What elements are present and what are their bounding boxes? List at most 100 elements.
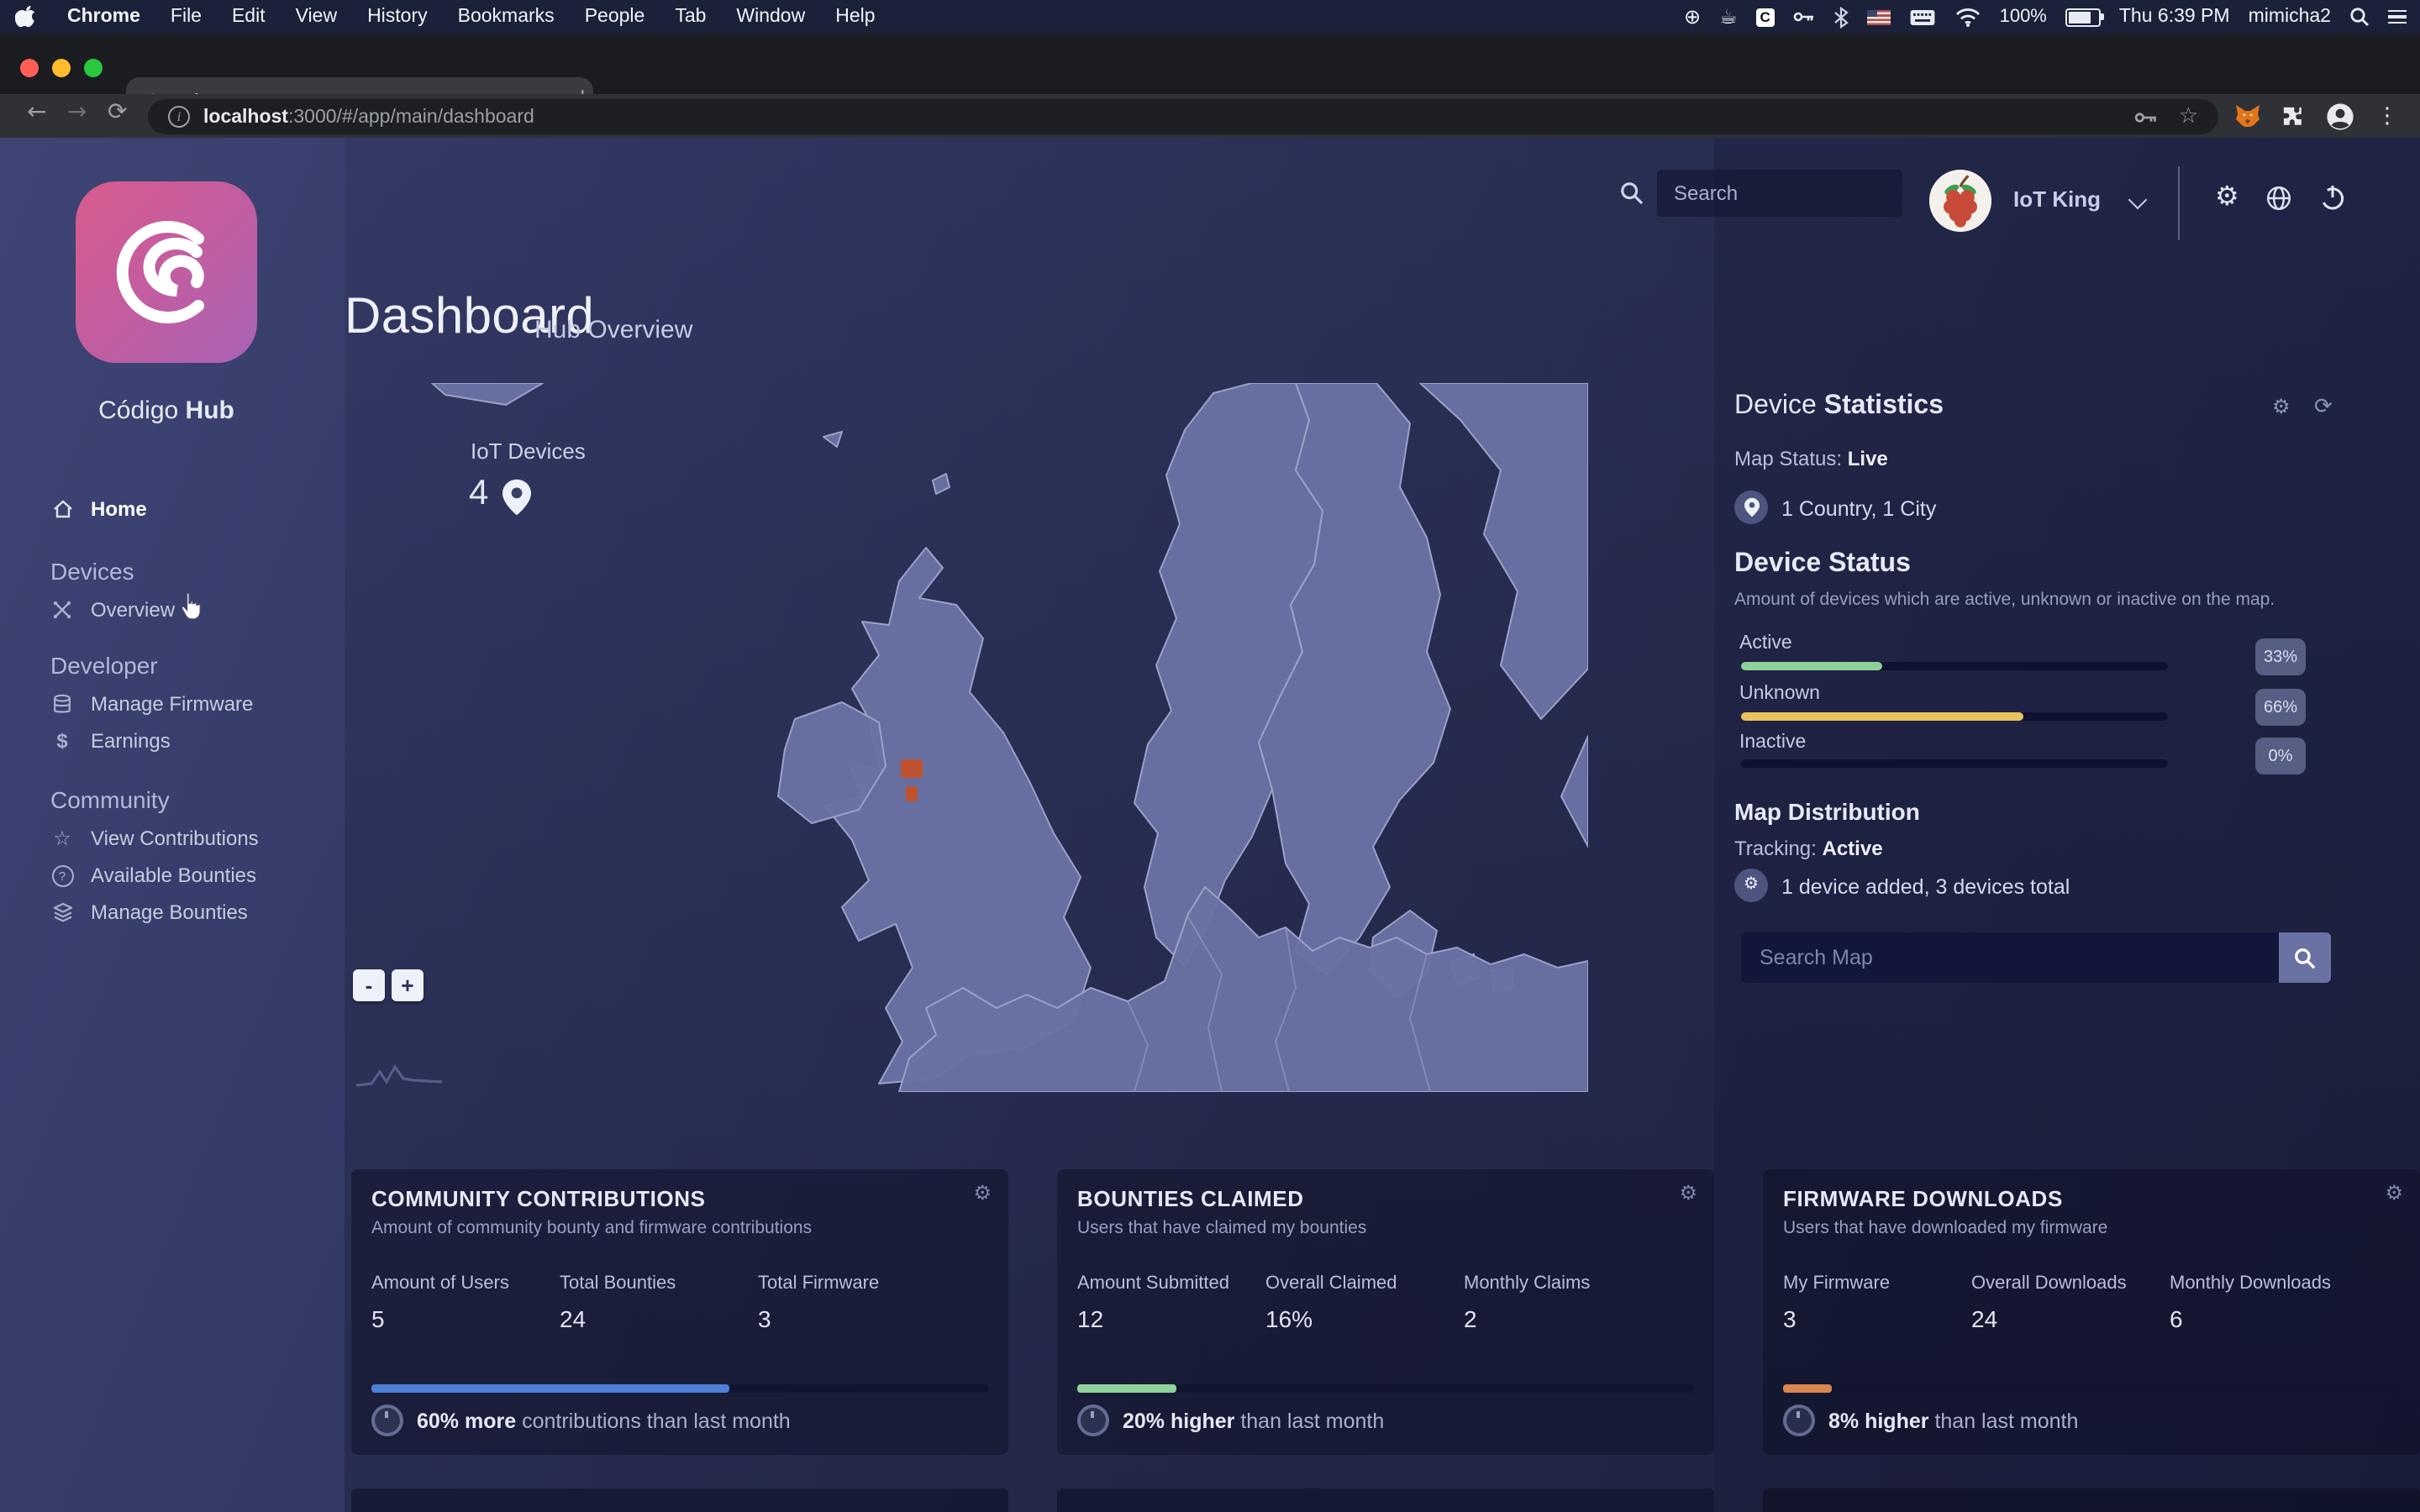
apple-icon[interactable] <box>15 4 37 29</box>
c-app-icon[interactable]: C <box>1755 8 1775 26</box>
card-title: FIRMWARE DOWNLOADS <box>1783 1186 2063 1211</box>
map-island-small <box>823 431 843 448</box>
password-key-icon[interactable] <box>2135 107 2159 127</box>
bar-track-active <box>1741 662 2168 670</box>
back-button[interactable]: ← <box>27 101 46 124</box>
bluetooth-icon[interactable] <box>1833 6 1849 28</box>
extensions-puzzle-icon[interactable] <box>2282 105 2304 127</box>
menu-help[interactable]: Help <box>835 7 875 27</box>
menu-chrome[interactable]: Chrome <box>67 7 140 27</box>
card-bounties-claimed: BOUNTIES CLAIMED ⚙ Users that have claim… <box>1057 1169 1714 1455</box>
card-gear-icon[interactable]: ⚙ <box>973 1183 992 1203</box>
star-icon: ☆ <box>53 827 71 850</box>
sidebar-item-manage-bounties[interactable]: Manage Bounties <box>50 900 248 924</box>
device-marker <box>901 759 923 778</box>
sidebar-item-home[interactable]: Home <box>50 497 147 521</box>
menu-tab[interactable]: Tab <box>675 7 706 27</box>
bookmark-star-icon[interactable]: ☆ <box>2179 106 2198 128</box>
map-baltic-edge <box>1560 735 1588 848</box>
card-stat: Monthly Claims 2 <box>1464 1273 1591 1332</box>
panel-settings-gear-icon[interactable]: ⚙ <box>2272 396 2291 417</box>
map-zoom-out-button[interactable]: - <box>353 969 385 1001</box>
close-window-button[interactable] <box>20 59 39 77</box>
search-input[interactable] <box>1657 170 1902 217</box>
site-info-icon[interactable]: i <box>168 106 190 128</box>
menu-edit[interactable]: Edit <box>232 7 266 27</box>
card-gear-icon[interactable]: ⚙ <box>2385 1183 2403 1203</box>
next-row-card-peek <box>1763 1488 2420 1512</box>
card-subtitle: Users that have claimed my bounties <box>1077 1218 1367 1238</box>
map-zoom-in-button[interactable]: + <box>392 969 424 1001</box>
globe-icon[interactable] <box>2265 185 2292 212</box>
card-progress-track <box>371 1384 988 1392</box>
sidebar-item-overview[interactable]: Overview <box>50 598 175 622</box>
wifi-icon[interactable] <box>1954 7 1981 27</box>
app-page: Código Hub Home Devices Overview Develop… <box>0 138 2420 1512</box>
flag-icon[interactable] <box>1866 9 1891 24</box>
menu-bookmarks[interactable]: Bookmarks <box>458 7 555 27</box>
url-text[interactable]: localhost:3000/#/app/main/dashboard <box>203 107 534 127</box>
notification-list-icon[interactable] <box>2388 9 2407 24</box>
hand-icon[interactable]: ☕ <box>1719 7 1738 27</box>
devices-icon <box>50 600 74 620</box>
browser-menu-dots-icon[interactable]: ⋮ <box>2376 105 2398 127</box>
bar-badge-unknown: 66% <box>2255 689 2306 726</box>
card-progress-track <box>1077 1384 1694 1392</box>
card-stat: Overall Downloads 24 <box>1971 1273 2127 1332</box>
keyboard-icon[interactable] <box>1909 8 1936 26</box>
menu-window[interactable]: Window <box>736 7 805 27</box>
card-footer: 8% higher than last month <box>1783 1404 2078 1436</box>
map-pin-icon <box>502 479 531 516</box>
address-bar[interactable]: i localhost:3000/#/app/main/dashboard ☆ <box>148 99 2218 134</box>
sidebar-item-view-contributions[interactable]: ☆ View Contributions <box>50 827 258 850</box>
codigo-hub-logo[interactable] <box>76 181 257 363</box>
map-tooltip-label: IoT Devices <box>471 438 586 464</box>
settings-gear-icon[interactable]: ⚙ <box>2215 182 2239 210</box>
card-footer: 20% higher than last month <box>1077 1404 1384 1436</box>
next-row-card-peek <box>1057 1488 1714 1512</box>
menu-clock[interactable]: Thu 6:39 PM <box>2119 7 2230 27</box>
spotlight-icon[interactable] <box>2349 7 2370 27</box>
screen-circle-icon[interactable]: ⊕ <box>1684 7 1701 27</box>
zoom-window-button[interactable] <box>84 59 103 77</box>
menu-file[interactable]: File <box>171 7 202 27</box>
next-row-card-peek <box>351 1488 1008 1512</box>
panel-refresh-icon[interactable]: ⟳ <box>2314 396 2333 418</box>
menu-view[interactable]: View <box>296 7 337 27</box>
user-name-label[interactable]: IoT King <box>2013 186 2101 212</box>
card-progress-track <box>1783 1384 2400 1392</box>
power-icon[interactable] <box>2319 183 2346 212</box>
url-host: localhost <box>203 107 288 127</box>
metamask-fox-icon[interactable] <box>2235 104 2260 128</box>
question-icon: ? <box>50 864 74 886</box>
card-stat: Total Firmware 3 <box>758 1273 880 1332</box>
keychain-icon[interactable] <box>1793 7 1815 27</box>
dollar-icon: $ <box>56 729 68 753</box>
devices-note-text: 1 device added, 3 devices total <box>1781 875 2070 899</box>
minimize-window-button[interactable] <box>52 59 71 77</box>
menu-people[interactable]: People <box>585 7 645 27</box>
map-status-line: Map Status: Live <box>1734 447 1888 470</box>
map-search-input[interactable] <box>1741 932 2279 983</box>
sidebar-item-available-bounties[interactable]: ? Available Bounties <box>50 864 256 887</box>
sidebar-item-manage-firmware[interactable]: Manage Firmware <box>50 692 253 716</box>
europe-map[interactable] <box>345 383 1588 1092</box>
card-stat: My Firmware 3 <box>1783 1273 1891 1332</box>
menu-user[interactable]: mimicha2 <box>2249 7 2331 27</box>
user-avatar[interactable] <box>1929 170 1991 232</box>
reload-button[interactable]: ⟳ <box>108 101 127 124</box>
card-firmware-downloads: FIRMWARE DOWNLOADS ⚙ Users that have dow… <box>1763 1169 2420 1455</box>
card-stat: Total Bounties 24 <box>560 1273 676 1332</box>
battery-percent-label: 100% <box>1999 7 2047 27</box>
panel-title: Device Statistics <box>1734 391 1944 420</box>
browser-profile-icon[interactable] <box>2326 102 2354 130</box>
menu-history[interactable]: History <box>367 7 428 27</box>
card-progress-fill <box>1077 1384 1176 1392</box>
card-stat: Amount Submitted 12 <box>1077 1273 1229 1332</box>
sidebar-section-devices: Devices <box>50 558 134 585</box>
forward-button[interactable]: → <box>67 101 87 124</box>
sidebar-item-earnings[interactable]: $ Earnings <box>50 729 170 753</box>
card-stat: Amount of Users 5 <box>371 1273 509 1332</box>
map-search-button[interactable] <box>2279 932 2331 983</box>
card-gear-icon[interactable]: ⚙ <box>1679 1183 1697 1203</box>
